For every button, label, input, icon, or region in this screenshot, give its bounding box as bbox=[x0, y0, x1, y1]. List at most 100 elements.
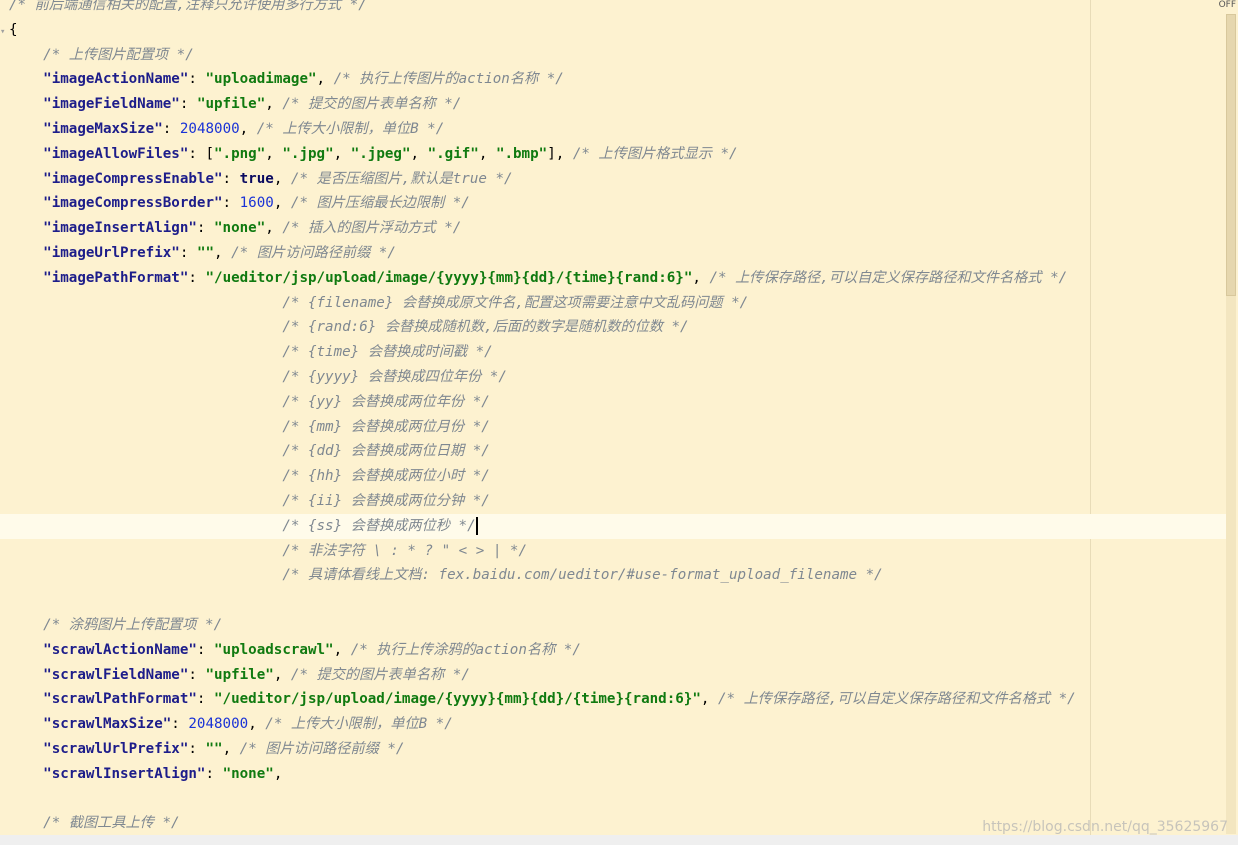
code-token: "imagePathFormat" bbox=[43, 269, 189, 286]
code-token: /* 图片访问路径前缀 */ bbox=[239, 740, 405, 757]
code-token: : bbox=[196, 691, 215, 708]
code-token: , bbox=[410, 145, 428, 162]
code-line[interactable]: /* 具请体看线上文档: fex.baidu.com/ueditor/#use-… bbox=[9, 563, 1229, 588]
code-line[interactable]: "imageActionName": "uploadimage", /* 执行上… bbox=[9, 67, 1229, 92]
code-line[interactable]: "imageFieldName": "upfile", /* 提交的图片表单名称… bbox=[9, 92, 1229, 117]
code-line[interactable]: "scrawlInsertAlign": "none", bbox=[9, 762, 1229, 787]
code-token: ".bmp" bbox=[495, 145, 548, 162]
code-token: "scrawlActionName" bbox=[43, 641, 197, 658]
code-token: "none" bbox=[222, 765, 274, 782]
code-line[interactable]: "scrawlFieldName": "upfile", /* 提交的图片表单名… bbox=[9, 663, 1229, 688]
code-token: : bbox=[188, 71, 206, 88]
code-token: /* 图片访问路径前缀 */ bbox=[231, 244, 396, 261]
code-line[interactable]: /* {hh} 会替换成两位小时 */ bbox=[9, 464, 1229, 489]
code-line[interactable]: "scrawlPathFormat": "/ueditor/jsp/upload… bbox=[9, 687, 1229, 712]
code-line[interactable]: "imageAllowFiles": [".png", ".jpg", ".jp… bbox=[9, 142, 1229, 167]
code-token: /* {yy} 会替换成两位年份 */ bbox=[282, 393, 490, 410]
code-line[interactable]: "imageMaxSize": 2048000, /* 上传大小限制，单位B *… bbox=[9, 117, 1229, 142]
code-token: /* 上传图片配置项 */ bbox=[43, 46, 194, 63]
code-token: , bbox=[265, 145, 283, 162]
code-line[interactable]: /* 前后端通信相关的配置,注释只允许使用多行方式 */ bbox=[9, 0, 1229, 18]
code-line-current[interactable]: /* {ss} 会替换成两位秒 */ bbox=[0, 513, 1229, 539]
code-line[interactable]: /* {mm} 会替换成两位月份 */ bbox=[9, 415, 1229, 440]
code-token: "imageCompressBorder" bbox=[43, 195, 223, 212]
code-token: , bbox=[273, 765, 283, 782]
code-token: : bbox=[179, 244, 197, 261]
fold-marker-icon[interactable]: ▾ bbox=[0, 28, 6, 37]
code-token: , bbox=[248, 716, 266, 733]
code-token: /* 提交的图片表单名称 */ bbox=[282, 96, 462, 113]
code-token: /* 提交的图片表单名称 */ bbox=[290, 666, 470, 683]
code-line[interactable]: /* {ii} 会替换成两位分钟 */ bbox=[9, 489, 1229, 514]
code-token: /* 上传保存路径,可以自定义保存路径和文件名格式 */ bbox=[717, 691, 1076, 708]
code-token: "/ueditor/jsp/upload/image/{yyyy}{mm}{dd… bbox=[205, 269, 693, 286]
code-line[interactable]: "imageUrlPrefix": "", /* 图片访问路径前缀 */ bbox=[9, 241, 1229, 266]
code-token: /* {ss} 会替换成两位秒 */ bbox=[282, 517, 476, 534]
code-line[interactable]: /* {yy} 会替换成两位年份 */ bbox=[9, 390, 1229, 415]
code-token: "none" bbox=[214, 220, 266, 237]
code-token: : [ bbox=[188, 145, 215, 162]
code-line[interactable]: /* 涂鸦图片上传配置项 */ bbox=[9, 613, 1229, 638]
scrollbar-thumb[interactable] bbox=[1226, 14, 1236, 296]
code-line[interactable]: /* {dd} 会替换成两位日期 */ bbox=[9, 439, 1229, 464]
code-line[interactable]: /* 上传图片配置项 */ bbox=[9, 43, 1229, 68]
vertical-scrollbar[interactable] bbox=[1226, 14, 1236, 834]
horizontal-scrollbar[interactable] bbox=[0, 835, 1238, 845]
code-token: /* 执行上传图片的action名称 */ bbox=[333, 71, 564, 88]
code-token: : bbox=[222, 170, 240, 187]
code-line[interactable]: "imagePathFormat": "/ueditor/jsp/upload/… bbox=[9, 266, 1229, 291]
code-token: /* 具请体看线上文档: fex.baidu.com/ueditor/#use-… bbox=[282, 567, 883, 584]
code-token: 2048000 bbox=[179, 120, 240, 137]
code-line[interactable]: "imageInsertAlign": "none", /* 插入的图片浮动方式… bbox=[9, 216, 1229, 241]
code-token: ".gif" bbox=[427, 145, 479, 162]
code-token: { bbox=[9, 21, 18, 38]
code-token: : bbox=[205, 765, 223, 782]
code-line[interactable]: /* {yyyy} 会替换成四位年份 */ bbox=[9, 365, 1229, 390]
code-token: /* 执行上传涂鸦的action名称 */ bbox=[350, 641, 581, 658]
code-token: /* 截图工具上传 */ bbox=[43, 815, 180, 832]
code-editor[interactable]: ▾ /* 前后端通信相关的配置,注释只允许使用多行方式 */ { /* 上传图片配… bbox=[0, 0, 1238, 845]
code-token: , bbox=[333, 641, 351, 658]
code-line[interactable]: /* 非法字符 \ : * ? " < > | */ bbox=[9, 539, 1229, 564]
code-line[interactable]: "scrawlUrlPrefix": "", /* 图片访问路径前缀 */ bbox=[9, 737, 1229, 762]
code-token: /* {hh} 会替换成两位小时 */ bbox=[282, 468, 490, 485]
code-token: "imageInsertAlign" bbox=[43, 220, 197, 237]
code-lines: /* 前后端通信相关的配置,注释只允许使用多行方式 */ { /* 上传图片配置项… bbox=[0, 0, 1229, 836]
code-token: , bbox=[265, 96, 283, 113]
code-token: "imageAllowFiles" bbox=[43, 145, 189, 162]
code-token: , bbox=[333, 145, 351, 162]
code-line[interactable]: /* {rand:6} 会替换成随机数,后面的数字是随机数的位数 */ bbox=[9, 315, 1229, 340]
code-line[interactable]: "scrawlMaxSize": 2048000, /* 上传大小限制，单位B … bbox=[9, 712, 1229, 737]
code-token: , bbox=[265, 220, 283, 237]
code-token: /* {yyyy} 会替换成四位年份 */ bbox=[282, 368, 507, 385]
code-line[interactable]: /* {filename} 会替换成原文件名,配置这项需要注意中文乱码问题 */ bbox=[9, 291, 1229, 316]
code-line[interactable]: "imageCompressEnable": true, /* 是否压缩图片,默… bbox=[9, 167, 1229, 192]
code-token: , bbox=[214, 244, 232, 261]
code-line[interactable] bbox=[9, 588, 1229, 613]
code-token: ".png" bbox=[214, 145, 266, 162]
code-line[interactable]: "imageCompressBorder": 1600, /* 图片压缩最长边限… bbox=[9, 191, 1229, 216]
code-token: ".jpg" bbox=[282, 145, 334, 162]
code-line[interactable]: /* {time} 会替换成时间戳 */ bbox=[9, 340, 1229, 365]
code-token: , bbox=[273, 666, 291, 683]
code-line[interactable] bbox=[9, 787, 1229, 812]
code-token: "" bbox=[205, 740, 223, 757]
code-line[interactable]: "scrawlActionName": "uploadscrawl", /* 执… bbox=[9, 638, 1229, 663]
code-line[interactable]: { bbox=[9, 18, 1229, 43]
code-token: : bbox=[196, 641, 215, 658]
